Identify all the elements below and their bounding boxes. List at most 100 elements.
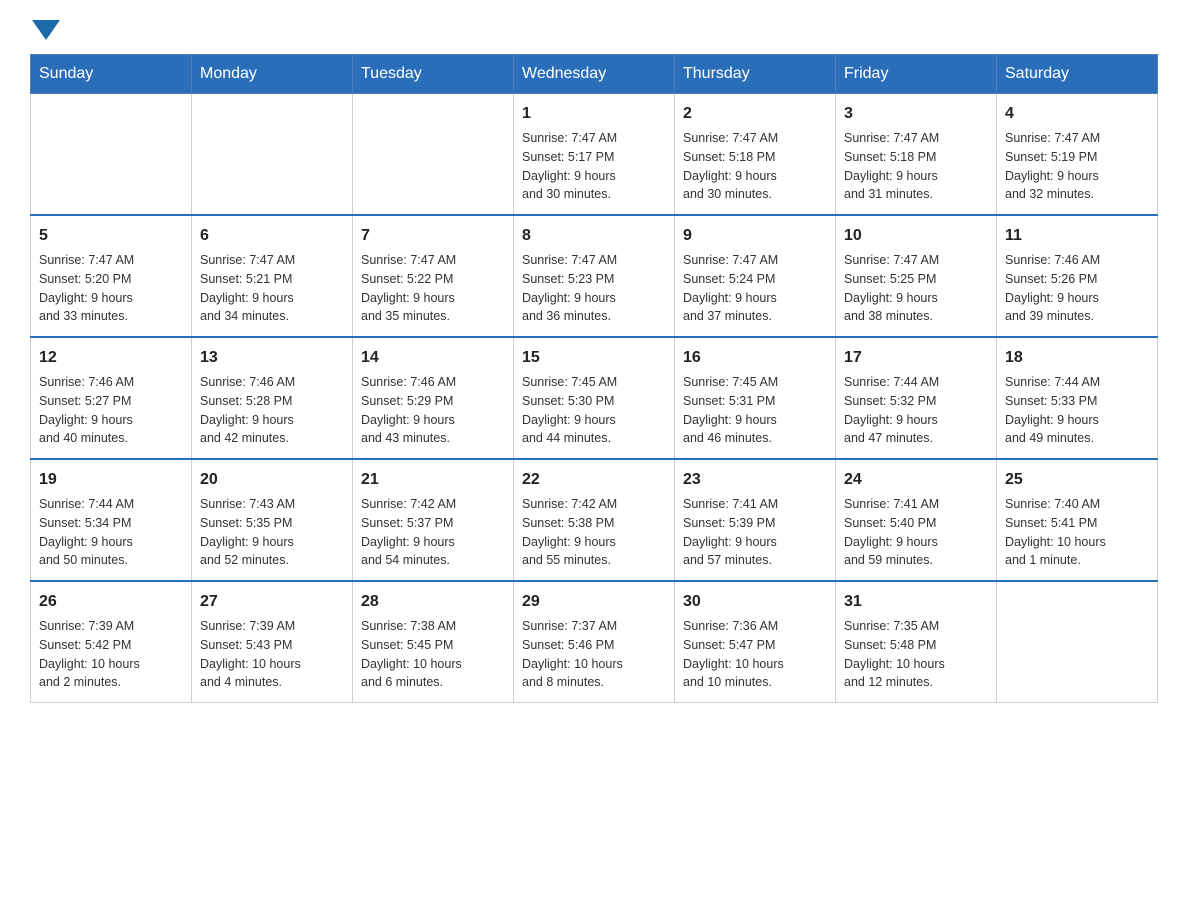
day-info: Sunrise: 7:47 AMSunset: 5:17 PMDaylight:… bbox=[522, 129, 666, 204]
day-number: 5 bbox=[39, 224, 183, 248]
calendar-day-cell: 26 Sunrise: 7:39 AMSunset: 5:42 PMDayligh… bbox=[31, 581, 192, 703]
day-number: 14 bbox=[361, 346, 505, 370]
calendar-table: SundayMondayTuesdayWednesdayThursdayFrid… bbox=[30, 54, 1158, 703]
day-number: 30 bbox=[683, 590, 827, 614]
day-info: Sunrise: 7:44 AMSunset: 5:34 PMDaylight:… bbox=[39, 495, 183, 570]
calendar-day-cell: 16Sunrise: 7:45 AMSunset: 5:31 PMDayligh… bbox=[675, 337, 836, 459]
day-info: Sunrise: 7:47 AMSunset: 5:18 PMDaylight:… bbox=[683, 129, 827, 204]
calendar-day-cell: 25 Sunrise: 7:40 AMSunset: 5:41 PMDayligh… bbox=[997, 459, 1158, 581]
day-number: 4 bbox=[1005, 102, 1149, 126]
day-number: 26 bbox=[39, 590, 183, 614]
day-info: Sunrise: 7:39 AMSunset: 5:42 PMDaylight:… bbox=[39, 617, 183, 692]
calendar-day-cell: 3 Sunrise: 7:47 AMSunset: 5:18 PMDaylight… bbox=[836, 94, 997, 216]
day-info: Sunrise: 7:46 AMSunset: 5:29 PMDaylight:… bbox=[361, 373, 505, 448]
day-number: 22 bbox=[522, 468, 666, 492]
day-number: 24 bbox=[844, 468, 988, 492]
logo-arrow-icon bbox=[32, 20, 60, 40]
calendar-day-cell: 12 Sunrise: 7:46 AMSunset: 5:27 PMDayligh… bbox=[31, 337, 192, 459]
day-number: 1 bbox=[522, 102, 666, 126]
day-number: 3 bbox=[844, 102, 988, 126]
days-of-week-row: SundayMondayTuesdayWednesdayThursdayFrid… bbox=[31, 55, 1158, 94]
day-info: Sunrise: 7:46 AMSunset: 5:26 PMDaylight:… bbox=[1005, 251, 1149, 326]
calendar-day-cell: 15 Sunrise: 7:45 AMSunset: 5:30 PMDayligh… bbox=[514, 337, 675, 459]
calendar-day-cell: 1 Sunrise: 7:47 AMSunset: 5:17 PMDaylight… bbox=[514, 94, 675, 216]
calendar-header: SundayMondayTuesdayWednesdayThursdayFrid… bbox=[31, 55, 1158, 94]
empty-cell bbox=[192, 94, 353, 216]
day-number: 11 bbox=[1005, 224, 1149, 248]
calendar-week-row: 26 Sunrise: 7:39 AMSunset: 5:42 PMDayligh… bbox=[31, 581, 1158, 703]
day-info: Sunrise: 7:46 AMSunset: 5:27 PMDaylight:… bbox=[39, 373, 183, 448]
calendar-day-cell: 19Sunrise: 7:44 AMSunset: 5:34 PMDayligh… bbox=[31, 459, 192, 581]
day-number: 29 bbox=[522, 590, 666, 614]
day-number: 13 bbox=[200, 346, 344, 370]
calendar-day-cell: 7 Sunrise: 7:47 AMSunset: 5:22 PMDaylight… bbox=[353, 215, 514, 337]
day-info: Sunrise: 7:42 AMSunset: 5:37 PMDaylight:… bbox=[361, 495, 505, 570]
calendar-day-cell: 2Sunrise: 7:47 AMSunset: 5:18 PMDaylight… bbox=[675, 94, 836, 216]
day-info: Sunrise: 7:35 AMSunset: 5:48 PMDaylight:… bbox=[844, 617, 988, 692]
day-info: Sunrise: 7:39 AMSunset: 5:43 PMDaylight:… bbox=[200, 617, 344, 692]
calendar-day-cell: 11 Sunrise: 7:46 AMSunset: 5:26 PMDayligh… bbox=[997, 215, 1158, 337]
day-info: Sunrise: 7:44 AMSunset: 5:32 PMDaylight:… bbox=[844, 373, 988, 448]
calendar-week-row: 1 Sunrise: 7:47 AMSunset: 5:17 PMDaylight… bbox=[31, 94, 1158, 216]
page-header bbox=[30, 20, 1158, 36]
day-info: Sunrise: 7:41 AMSunset: 5:40 PMDaylight:… bbox=[844, 495, 988, 570]
day-info: Sunrise: 7:47 AMSunset: 5:25 PMDaylight:… bbox=[844, 251, 988, 326]
calendar-week-row: 19Sunrise: 7:44 AMSunset: 5:34 PMDayligh… bbox=[31, 459, 1158, 581]
day-info: Sunrise: 7:47 AMSunset: 5:21 PMDaylight:… bbox=[200, 251, 344, 326]
calendar-day-cell: 18 Sunrise: 7:44 AMSunset: 5:33 PMDayligh… bbox=[997, 337, 1158, 459]
calendar-day-cell: 20Sunrise: 7:43 AMSunset: 5:35 PMDayligh… bbox=[192, 459, 353, 581]
day-info: Sunrise: 7:36 AMSunset: 5:47 PMDaylight:… bbox=[683, 617, 827, 692]
day-number: 8 bbox=[522, 224, 666, 248]
day-number: 7 bbox=[361, 224, 505, 248]
calendar-day-cell: 9 Sunrise: 7:47 AMSunset: 5:24 PMDaylight… bbox=[675, 215, 836, 337]
calendar-day-cell: 30 Sunrise: 7:36 AMSunset: 5:47 PMDayligh… bbox=[675, 581, 836, 703]
day-info: Sunrise: 7:47 AMSunset: 5:18 PMDaylight:… bbox=[844, 129, 988, 204]
calendar-day-cell: 10 Sunrise: 7:47 AMSunset: 5:25 PMDayligh… bbox=[836, 215, 997, 337]
day-number: 6 bbox=[200, 224, 344, 248]
day-info: Sunrise: 7:47 AMSunset: 5:24 PMDaylight:… bbox=[683, 251, 827, 326]
day-info: Sunrise: 7:41 AMSunset: 5:39 PMDaylight:… bbox=[683, 495, 827, 570]
day-header-tuesday: Tuesday bbox=[353, 55, 514, 94]
calendar-week-row: 5 Sunrise: 7:47 AMSunset: 5:20 PMDaylight… bbox=[31, 215, 1158, 337]
day-header-friday: Friday bbox=[836, 55, 997, 94]
day-info: Sunrise: 7:42 AMSunset: 5:38 PMDaylight:… bbox=[522, 495, 666, 570]
calendar-day-cell: 31 Sunrise: 7:35 AMSunset: 5:48 PMDayligh… bbox=[836, 581, 997, 703]
calendar-day-cell: 13 Sunrise: 7:46 AMSunset: 5:28 PMDayligh… bbox=[192, 337, 353, 459]
calendar-day-cell: 29 Sunrise: 7:37 AMSunset: 5:46 PMDayligh… bbox=[514, 581, 675, 703]
calendar-day-cell: 24 Sunrise: 7:41 AMSunset: 5:40 PMDayligh… bbox=[836, 459, 997, 581]
day-number: 25 bbox=[1005, 468, 1149, 492]
day-number: 23 bbox=[683, 468, 827, 492]
day-info: Sunrise: 7:47 AMSunset: 5:23 PMDaylight:… bbox=[522, 251, 666, 326]
empty-cell bbox=[353, 94, 514, 216]
calendar-week-row: 12 Sunrise: 7:46 AMSunset: 5:27 PMDayligh… bbox=[31, 337, 1158, 459]
day-header-monday: Monday bbox=[192, 55, 353, 94]
day-header-wednesday: Wednesday bbox=[514, 55, 675, 94]
calendar-day-cell: 21 Sunrise: 7:42 AMSunset: 5:37 PMDayligh… bbox=[353, 459, 514, 581]
calendar-day-cell: 17Sunrise: 7:44 AMSunset: 5:32 PMDayligh… bbox=[836, 337, 997, 459]
day-info: Sunrise: 7:38 AMSunset: 5:45 PMDaylight:… bbox=[361, 617, 505, 692]
calendar-day-cell: 27 Sunrise: 7:39 AMSunset: 5:43 PMDayligh… bbox=[192, 581, 353, 703]
day-number: 28 bbox=[361, 590, 505, 614]
day-number: 15 bbox=[522, 346, 666, 370]
day-number: 9 bbox=[683, 224, 827, 248]
logo bbox=[30, 20, 62, 36]
calendar-day-cell: 6 Sunrise: 7:47 AMSunset: 5:21 PMDaylight… bbox=[192, 215, 353, 337]
day-header-thursday: Thursday bbox=[675, 55, 836, 94]
day-info: Sunrise: 7:46 AMSunset: 5:28 PMDaylight:… bbox=[200, 373, 344, 448]
empty-cell bbox=[997, 581, 1158, 703]
day-info: Sunrise: 7:40 AMSunset: 5:41 PMDaylight:… bbox=[1005, 495, 1149, 570]
day-number: 18 bbox=[1005, 346, 1149, 370]
day-info: Sunrise: 7:45 AMSunset: 5:30 PMDaylight:… bbox=[522, 373, 666, 448]
day-info: Sunrise: 7:37 AMSunset: 5:46 PMDaylight:… bbox=[522, 617, 666, 692]
day-number: 27 bbox=[200, 590, 344, 614]
day-info: Sunrise: 7:47 AMSunset: 5:22 PMDaylight:… bbox=[361, 251, 505, 326]
day-number: 21 bbox=[361, 468, 505, 492]
day-number: 12 bbox=[39, 346, 183, 370]
day-info: Sunrise: 7:47 AMSunset: 5:20 PMDaylight:… bbox=[39, 251, 183, 326]
day-number: 10 bbox=[844, 224, 988, 248]
calendar-day-cell: 23 Sunrise: 7:41 AMSunset: 5:39 PMDayligh… bbox=[675, 459, 836, 581]
day-number: 31 bbox=[844, 590, 988, 614]
calendar-day-cell: 4Sunrise: 7:47 AMSunset: 5:19 PMDaylight… bbox=[997, 94, 1158, 216]
day-info: Sunrise: 7:44 AMSunset: 5:33 PMDaylight:… bbox=[1005, 373, 1149, 448]
day-number: 20 bbox=[200, 468, 344, 492]
